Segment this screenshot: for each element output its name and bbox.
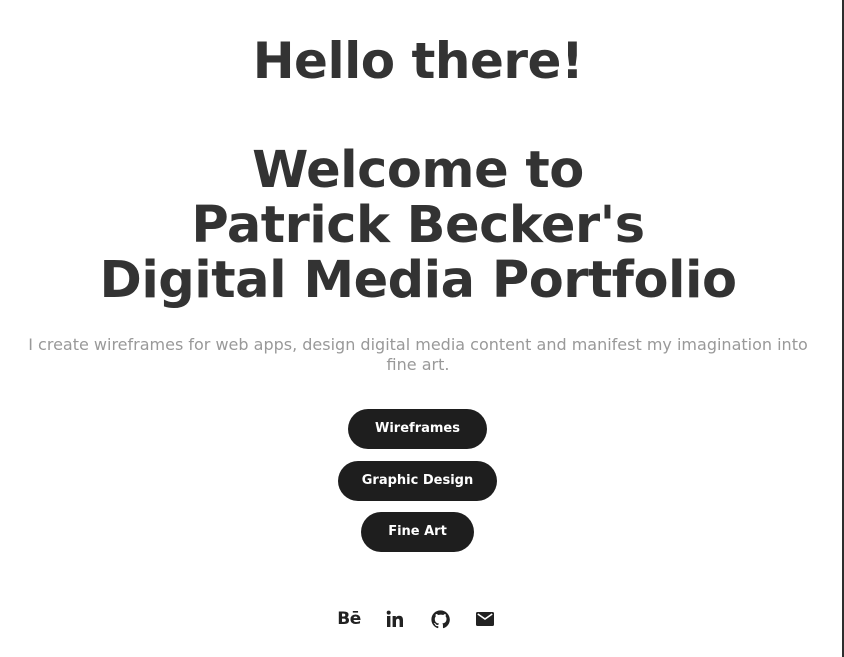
github-link[interactable] xyxy=(428,607,452,631)
wireframes-button[interactable]: Wireframes xyxy=(348,409,487,449)
welcome-line: Welcome to xyxy=(252,141,584,200)
linkedin-link[interactable] xyxy=(383,607,407,631)
welcome-heading: Welcome to Patrick Becker's Digital Medi… xyxy=(0,143,836,308)
fine-art-button[interactable]: Fine Art xyxy=(361,512,474,552)
github-icon xyxy=(430,609,450,628)
email-link[interactable] xyxy=(473,607,497,631)
linkedin-icon xyxy=(386,610,403,627)
welcome-line: Patrick Becker's xyxy=(191,196,645,255)
intro-text: I create wireframes for web apps, design… xyxy=(28,335,808,374)
behance-icon: Bē xyxy=(337,609,361,629)
mail-icon xyxy=(476,612,494,626)
behance-link[interactable]: Bē xyxy=(337,607,361,631)
greeting-heading: Hello there! xyxy=(252,32,584,90)
welcome-line: Digital Media Portfolio xyxy=(99,251,737,310)
graphic-design-button[interactable]: Graphic Design xyxy=(338,461,497,501)
